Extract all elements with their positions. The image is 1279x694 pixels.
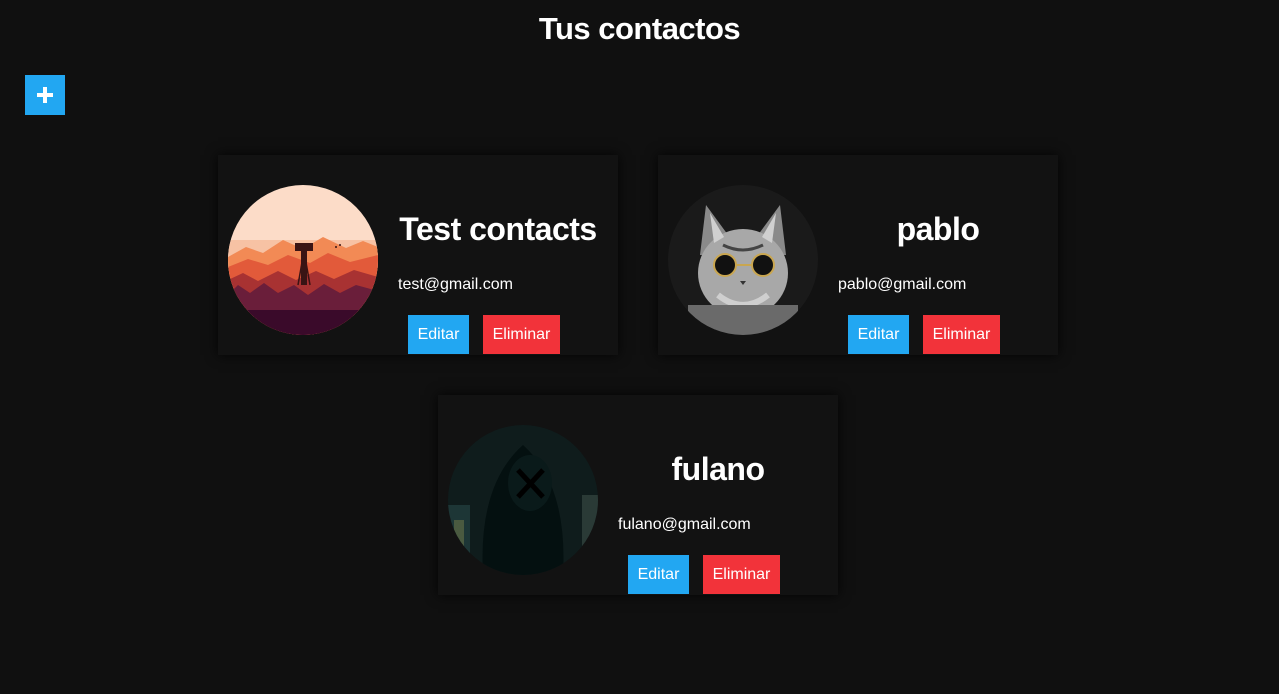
delete-button[interactable]: Eliminar xyxy=(703,555,780,594)
edit-button[interactable]: Editar xyxy=(628,555,689,594)
contact-card: Test contacts test@gmail.com Editar Elim… xyxy=(218,155,618,355)
delete-button[interactable]: Eliminar xyxy=(483,315,560,354)
edit-button[interactable]: Editar xyxy=(848,315,909,354)
contact-card: pablo pablo@gmail.com Editar Eliminar xyxy=(658,155,1058,355)
plus-icon xyxy=(37,87,53,103)
hooded-figure-avatar xyxy=(448,425,598,575)
cat-with-sunglasses-avatar xyxy=(668,185,818,335)
edit-button[interactable]: Editar xyxy=(408,315,469,354)
contact-name: Test contacts xyxy=(399,211,597,247)
contact-email: pablo@gmail.com xyxy=(838,276,967,293)
contact-name: fulano xyxy=(671,451,765,487)
page-title: Tus contactos xyxy=(538,11,741,46)
delete-button[interactable]: Eliminar xyxy=(923,315,1000,354)
contact-email: fulano@gmail.com xyxy=(618,516,751,533)
contact-name: pablo xyxy=(896,211,980,247)
mountain-landscape-avatar xyxy=(228,185,378,335)
contact-email: test@gmail.com xyxy=(398,276,513,293)
contact-card: fulano fulano@gmail.com Editar Eliminar xyxy=(438,395,838,595)
add-contact-button[interactable] xyxy=(25,75,65,115)
